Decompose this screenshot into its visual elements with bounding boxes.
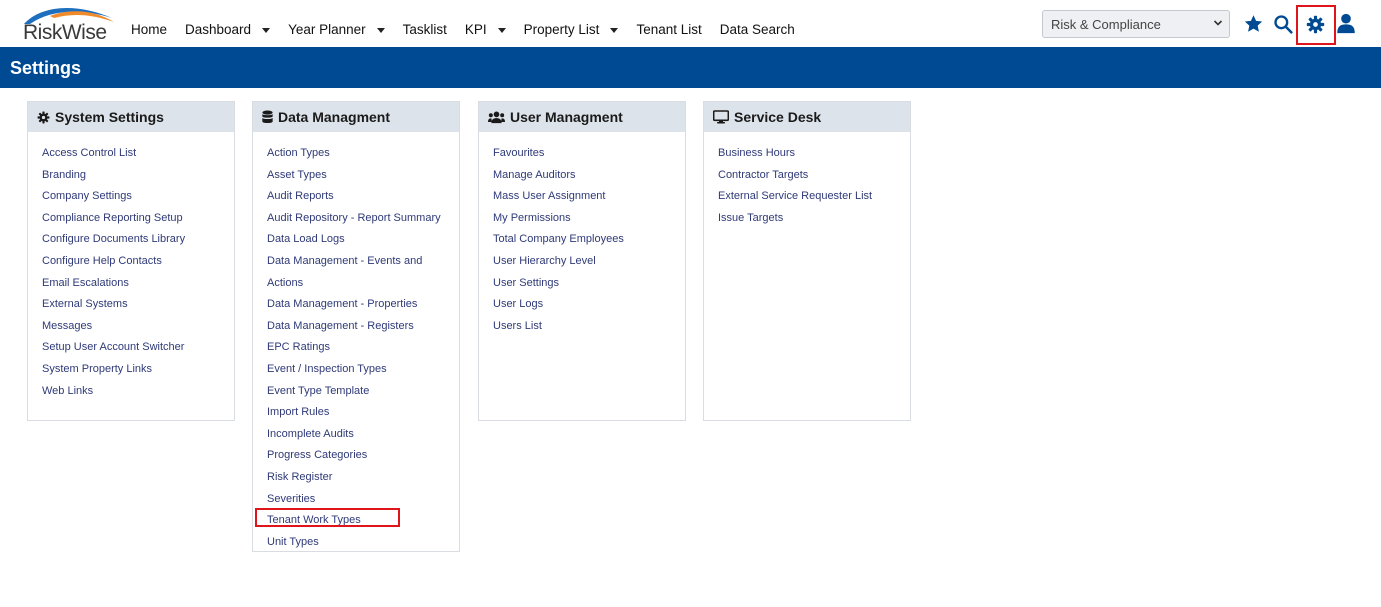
link-company-settings[interactable]: Company Settings: [42, 186, 234, 208]
top-navbar: RiskWise Home Dashboard Year Planner Tas…: [0, 0, 1381, 47]
panel-title: System Settings: [55, 109, 164, 125]
link-import-rules[interactable]: Import Rules: [267, 402, 459, 424]
link-audit-reports[interactable]: Audit Reports: [267, 186, 459, 208]
link-unit-types[interactable]: Unit Types: [267, 532, 459, 554]
link-my-permissions[interactable]: My Permissions: [493, 208, 685, 230]
link-favourites[interactable]: Favourites: [493, 143, 685, 165]
user-icon[interactable]: [1337, 13, 1355, 34]
panel-data-managment: Data Managment Action Types Asset Types …: [252, 101, 460, 552]
link-business-hours[interactable]: Business Hours: [718, 143, 910, 165]
panel-service-desk: Service Desk Business Hours Contractor T…: [703, 101, 911, 421]
link-user-logs[interactable]: User Logs: [493, 294, 685, 316]
link-audit-repository-report-summary[interactable]: Audit Repository - Report Summary: [267, 208, 459, 230]
link-messages[interactable]: Messages: [42, 316, 234, 338]
link-risk-register[interactable]: Risk Register: [267, 467, 459, 489]
nav-kpi[interactable]: KPI: [465, 22, 506, 37]
gear-icon[interactable]: [1306, 15, 1325, 34]
link-severities[interactable]: Severities: [267, 489, 459, 511]
link-action-types[interactable]: Action Types: [267, 143, 459, 165]
link-setup-user-account-switcher[interactable]: Setup User Account Switcher: [42, 337, 234, 359]
caret-down-icon: [497, 28, 506, 33]
database-icon: [262, 110, 273, 124]
link-users-list[interactable]: Users List: [493, 316, 685, 338]
nav-tenant-list[interactable]: Tenant List: [636, 22, 701, 37]
link-data-management-properties[interactable]: Data Management - Properties: [267, 294, 459, 316]
nav-property-list[interactable]: Property List: [524, 22, 619, 37]
link-external-service-requester-list[interactable]: External Service Requester List: [718, 186, 910, 208]
caret-down-icon: [262, 28, 271, 33]
link-data-load-logs[interactable]: Data Load Logs: [267, 229, 459, 251]
logo-text: RiskWise: [23, 21, 107, 44]
settings-link-list: Favourites Manage Auditors Mass User Ass…: [479, 132, 685, 337]
settings-link-list: Business Hours Contractor Targets Extern…: [704, 132, 910, 229]
link-external-systems[interactable]: External Systems: [42, 294, 234, 316]
link-data-management-events-and-actions[interactable]: Data Management - Events and Actions: [267, 251, 459, 294]
star-icon[interactable]: [1243, 14, 1264, 34]
link-branding[interactable]: Branding: [42, 165, 234, 187]
page-title: Settings: [10, 58, 82, 78]
link-mass-user-assignment[interactable]: Mass User Assignment: [493, 186, 685, 208]
module-select[interactable]: Risk & Compliance: [1042, 10, 1230, 38]
settings-link-list: Action Types Asset Types Audit Reports A…: [253, 132, 459, 553]
panel-title: Service Desk: [734, 109, 822, 125]
panel-header: Data Managment: [253, 102, 459, 132]
link-compliance-reporting-setup[interactable]: Compliance Reporting Setup: [42, 208, 234, 230]
link-email-escalations[interactable]: Email Escalations: [42, 273, 234, 295]
link-configure-documents-library[interactable]: Configure Documents Library: [42, 229, 234, 251]
caret-down-icon: [610, 28, 619, 33]
nav-year-planner[interactable]: Year Planner: [288, 22, 385, 37]
link-asset-types[interactable]: Asset Types: [267, 165, 459, 187]
panel-title: Data Managment: [278, 109, 391, 125]
monitor-icon: [713, 110, 729, 124]
nav-data-search[interactable]: Data Search: [720, 22, 795, 37]
module-select-value: Risk & Compliance: [1051, 17, 1161, 32]
panel-header: Service Desk: [704, 102, 910, 132]
search-icon[interactable]: [1273, 14, 1293, 34]
nav-dashboard[interactable]: Dashboard: [185, 22, 271, 37]
link-contractor-targets[interactable]: Contractor Targets: [718, 165, 910, 187]
main-nav: Home Dashboard Year Planner Tasklist KPI…: [131, 22, 813, 37]
link-configure-help-contacts[interactable]: Configure Help Contacts: [42, 251, 234, 273]
link-epc-ratings[interactable]: EPC Ratings: [267, 337, 459, 359]
link-event-type-template[interactable]: Event Type Template: [267, 381, 459, 403]
link-total-company-employees[interactable]: Total Company Employees: [493, 229, 685, 251]
link-user-settings[interactable]: User Settings: [493, 273, 685, 295]
link-progress-categories[interactable]: Progress Categories: [267, 445, 459, 467]
caret-down-icon: [376, 28, 385, 33]
link-web-links[interactable]: Web Links: [42, 381, 234, 403]
panel-header: User Managment: [479, 102, 685, 132]
link-data-management-registers[interactable]: Data Management - Registers: [267, 316, 459, 338]
riskwise-logo[interactable]: RiskWise: [20, 4, 116, 44]
nav-tasklist[interactable]: Tasklist: [403, 22, 447, 37]
users-icon: [488, 111, 505, 123]
panel-system-settings: System Settings Access Control List Bran…: [27, 101, 235, 421]
link-incomplete-audits[interactable]: Incomplete Audits: [267, 424, 459, 446]
settings-link-list: Access Control List Branding Company Set…: [28, 132, 234, 402]
link-event-inspection-types[interactable]: Event / Inspection Types: [267, 359, 459, 381]
link-user-hierarchy-level[interactable]: User Hierarchy Level: [493, 251, 685, 273]
panel-title: User Managment: [510, 109, 623, 125]
link-system-property-links[interactable]: System Property Links: [42, 359, 234, 381]
chevron-down-icon: [1213, 20, 1223, 26]
page-title-bar: Settings: [0, 47, 1381, 88]
link-manage-auditors[interactable]: Manage Auditors: [493, 165, 685, 187]
gear-icon: [37, 111, 50, 123]
link-issue-targets[interactable]: Issue Targets: [718, 208, 910, 230]
tenant-work-types-highlight-box: [255, 508, 400, 527]
panel-header: System Settings: [28, 102, 234, 132]
nav-home[interactable]: Home: [131, 22, 167, 37]
link-access-control-list[interactable]: Access Control List: [42, 143, 234, 165]
panel-user-managment: User Managment Favourites Manage Auditor…: [478, 101, 686, 421]
